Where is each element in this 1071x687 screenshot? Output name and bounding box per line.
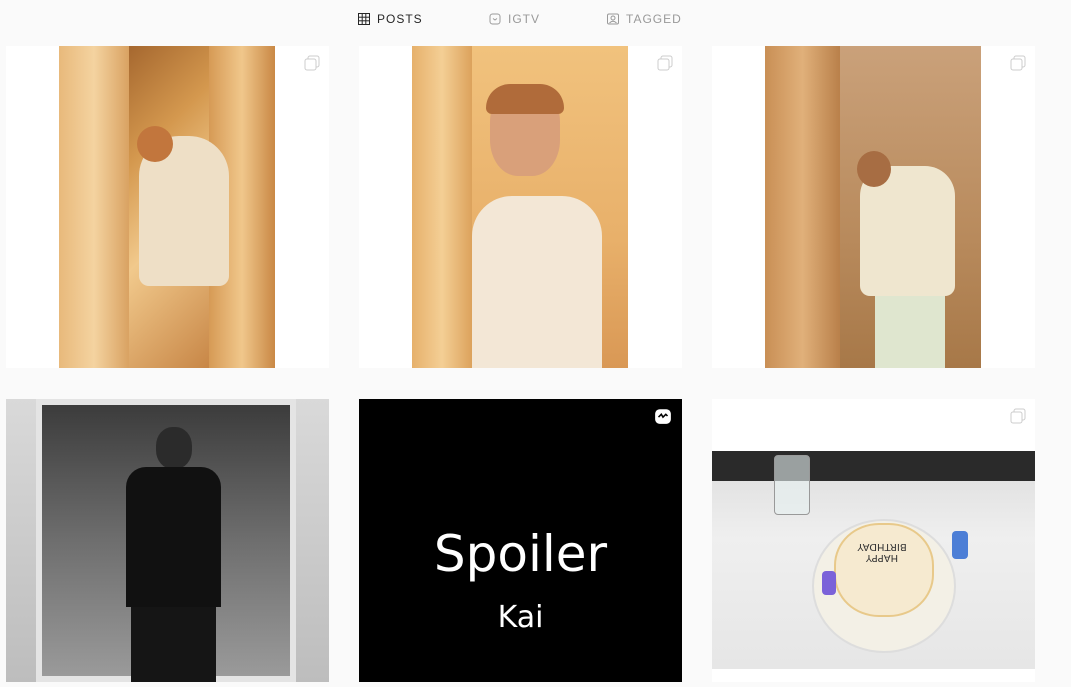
post-tile-4[interactable] xyxy=(6,399,329,682)
post-photo xyxy=(765,46,981,368)
tagged-icon xyxy=(607,13,619,25)
igtv-icon xyxy=(489,13,501,25)
multiple-photos-icon xyxy=(657,55,673,71)
post-tile-6[interactable]: HAPPY BIRTHDAY xyxy=(712,399,1035,682)
post-tile-3[interactable] xyxy=(712,46,1035,368)
igtv-title: Spoiler xyxy=(433,525,608,583)
post-photo xyxy=(6,399,329,682)
tab-igtv-label: IGTV xyxy=(508,12,541,26)
multiple-photos-icon xyxy=(1010,55,1026,71)
igtv-icon xyxy=(655,409,671,424)
multiple-photos-icon xyxy=(1010,408,1026,424)
post-tile-1[interactable] xyxy=(6,46,329,368)
tab-tagged-label: TAGGED xyxy=(626,12,682,26)
grid-icon xyxy=(358,13,370,25)
post-tile-5-igtv[interactable]: Spoiler Kai xyxy=(359,399,682,682)
igtv-subtitle: Kai xyxy=(497,600,544,635)
post-photo: HAPPY BIRTHDAY xyxy=(712,451,1035,669)
post-photo xyxy=(59,46,275,368)
post-photo xyxy=(412,46,628,368)
profile-tabs: POSTS IGTV TAGGED xyxy=(0,0,1071,38)
tab-posts[interactable]: POSTS xyxy=(358,11,423,27)
tab-igtv[interactable]: IGTV xyxy=(489,11,540,27)
cake-text: HAPPY BIRTHDAY xyxy=(857,541,907,563)
tab-posts-label: POSTS xyxy=(377,12,423,26)
post-tile-2[interactable] xyxy=(359,46,682,368)
tab-tagged[interactable]: TAGGED xyxy=(607,11,682,27)
multiple-photos-icon xyxy=(304,55,320,71)
